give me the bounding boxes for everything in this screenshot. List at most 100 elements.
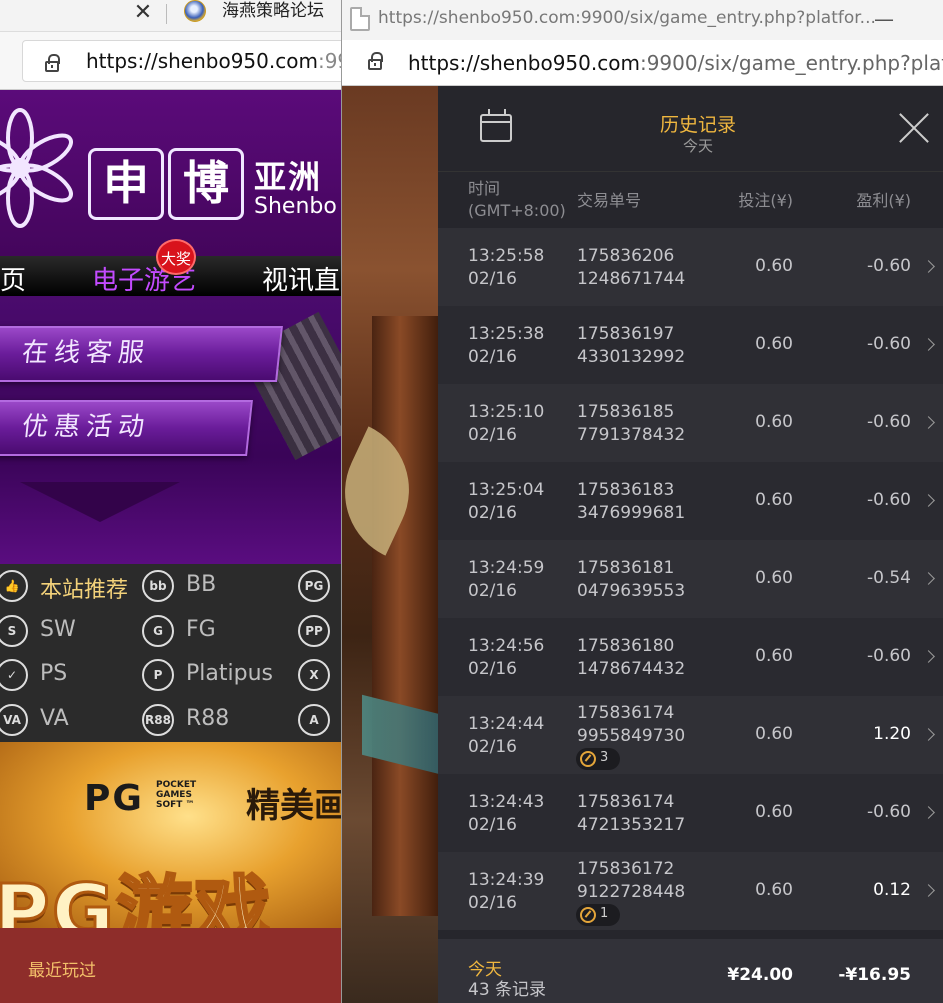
site-header: 申 博 亚洲 Shenbo	[0, 90, 342, 256]
history-row[interactable]: 13:24:59 02/16 175836181 0479639553 0.60 -0.5…	[438, 540, 943, 618]
chevron-right-icon[interactable]	[922, 494, 935, 507]
chevron-right-icon[interactable]	[922, 572, 935, 585]
col-time-zone: (GMT+8:00)	[468, 201, 566, 220]
front-url-text[interactable]: https://shenbo950.com:9900/six/game_entr…	[408, 51, 943, 75]
history-row[interactable]: 13:25:38 02/16 175836197 4330132992 0.60 -0.6…	[438, 306, 943, 384]
row-order-id-part1: 175836181	[577, 558, 675, 578]
minimize-button[interactable]: —	[872, 4, 896, 34]
row-time-date: 02/16	[468, 659, 517, 679]
url-rest: :990	[317, 49, 342, 73]
r88-icon: R88	[142, 703, 174, 736]
recent-games-bar[interactable]: 最近玩过	[0, 928, 342, 1003]
promo-area: 在线客服 优惠活动	[0, 296, 342, 564]
row-profit: -0.60	[867, 490, 911, 510]
close-icon[interactable]	[898, 112, 930, 144]
game-provider-item[interactable]: G FG	[142, 609, 292, 653]
summary-count: 43 条记录	[468, 980, 547, 1000]
row-time-clock: 13:24:43	[468, 792, 545, 812]
row-time-clock: 13:25:38	[468, 324, 545, 344]
chevron-right-icon[interactable]	[922, 806, 935, 819]
back-browser-window: ✕ 海燕策略论坛 https://shenbo950.com:990	[0, 0, 342, 1003]
row-bet: 0.60	[755, 646, 793, 666]
free-spin-badge: 3	[576, 748, 620, 770]
row-order-id: 175836174 9955849730	[577, 702, 685, 748]
game-provider-item[interactable]: bb BB	[142, 564, 292, 608]
chevron-right-icon[interactable]	[922, 650, 935, 663]
tab-title[interactable]: 海燕策略论坛	[222, 0, 324, 22]
row-order-id: 175836185 7791378432	[577, 401, 685, 447]
row-order-id-part2: 4721353217	[577, 815, 686, 835]
back-tab-bar: ✕ 海燕策略论坛	[0, 0, 342, 32]
bb-icon: bb	[142, 570, 174, 602]
row-order-id-part2: 4330132992	[577, 347, 686, 367]
chevron-right-icon[interactable]	[922, 884, 935, 897]
row-time-date: 02/16	[468, 581, 517, 601]
row-bet: 0.60	[755, 256, 793, 276]
row-order-id-part1: 175836206	[577, 246, 675, 266]
game-provider-label: SW	[40, 616, 76, 642]
row-time-clock: 13:24:44	[468, 714, 545, 734]
row-time-clock: 13:25:04	[468, 480, 545, 500]
game-provider-item[interactable]: A	[298, 698, 342, 742]
row-time-date: 02/16	[468, 503, 517, 523]
game-provider-item[interactable]: S SW	[0, 609, 146, 653]
free-spin-count: 3	[600, 750, 609, 765]
row-order-id-part1: 175836180	[577, 636, 675, 656]
row-time: 13:24:56 02/16	[468, 635, 544, 681]
pg-banner[interactable]: PG POCKET GAMES SOFT ™ 精美画 PG游戏	[0, 742, 342, 928]
front-address-bar[interactable]: https://shenbo950.com:9900/six/game_entr…	[342, 40, 943, 86]
chevron-right-icon[interactable]	[922, 338, 935, 351]
history-row[interactable]: 13:25:10 02/16 175836185 7791378432 0.60 -0.6…	[438, 384, 943, 462]
row-time-clock: 13:24:59	[468, 558, 545, 578]
online-service-button[interactable]: 在线客服	[0, 326, 283, 382]
history-row[interactable]: 13:25:04 02/16 175836183 3476999681 0.60 -0.6…	[438, 462, 943, 540]
logo-asia-text: 亚洲	[254, 158, 323, 196]
promotions-button[interactable]: 优惠活动	[0, 400, 253, 456]
history-row[interactable]: 13:25:58 02/16 175836206 1248671744 0.60 -0.6…	[438, 228, 943, 306]
game-provider-item[interactable]: P Platipus	[142, 653, 292, 697]
row-bet: 0.60	[755, 334, 793, 354]
summary-total-bet: ¥24.00	[727, 965, 793, 985]
chevron-right-icon[interactable]	[922, 260, 935, 273]
front-window-title: https://shenbo950.com:9900/six/game_entr…	[378, 8, 876, 28]
history-header: 历史记录 今天	[438, 86, 943, 172]
row-order-id-part1: 175836185	[577, 402, 675, 422]
game-provider-label: Platipus	[186, 661, 273, 686]
row-bet: 0.60	[755, 568, 793, 588]
chevron-right-icon[interactable]	[922, 728, 935, 741]
nav-video[interactable]: 视讯直	[262, 260, 340, 297]
row-order-id: 175836181 0479639553	[577, 557, 685, 603]
history-summary: 今天 43 条记录 ¥24.00 -¥16.95	[438, 939, 943, 1003]
game-provider-item[interactable]: R88 R88	[142, 698, 292, 742]
history-row[interactable]: 13:24:56 02/16 175836180 1478674432 0.60 -0.6…	[438, 618, 943, 696]
history-row[interactable]: 13:24:44 02/16 175836174 9955849730 0.60 1.20…	[438, 696, 943, 774]
game-provider-label: R88	[186, 705, 230, 731]
game-provider-item[interactable]: ✓ PS	[0, 653, 146, 697]
row-time-clock: 13:25:58	[468, 246, 545, 266]
x-icon: X	[298, 659, 330, 691]
game-provider-item[interactable]: PG	[298, 564, 342, 608]
back-url-text[interactable]: https://shenbo950.com:990	[86, 49, 342, 73]
game-provider-item[interactable]: PP	[298, 609, 342, 653]
row-order-id-part2: 0479639553	[577, 581, 686, 601]
tab-close-icon[interactable]: ✕	[132, 2, 154, 24]
row-time-date: 02/16	[468, 737, 517, 757]
game-provider-item[interactable]: 👍 本站推荐	[0, 564, 146, 608]
history-row[interactable]: 13:24:43 02/16 175836174 4721353217 0.60 -0.6…	[438, 774, 943, 852]
nav-home[interactable]: 页	[0, 260, 26, 297]
row-time-date: 02/16	[468, 425, 517, 445]
row-time-date: 02/16	[468, 347, 517, 367]
row-profit: -0.60	[867, 256, 911, 276]
row-order-id: 175836180 1478674432	[577, 635, 685, 681]
history-row[interactable]: 13:24:39 02/16 175836172 9122728448 0.60 0.12…	[438, 852, 943, 930]
game-provider-item[interactable]: VA VA	[0, 698, 146, 742]
row-bet: 0.60	[755, 412, 793, 432]
free-spin-badge: 1	[576, 904, 620, 926]
jackpot-badge: 大奖	[156, 239, 196, 275]
row-order-id-part1: 175836183	[577, 480, 675, 500]
chevron-right-icon[interactable]	[922, 416, 935, 429]
game-provider-item[interactable]: X	[298, 653, 342, 697]
row-time-clock: 13:24:56	[468, 636, 545, 656]
ps-icon: ✓	[0, 659, 28, 691]
pg-banner-title: PG游戏	[0, 866, 273, 929]
